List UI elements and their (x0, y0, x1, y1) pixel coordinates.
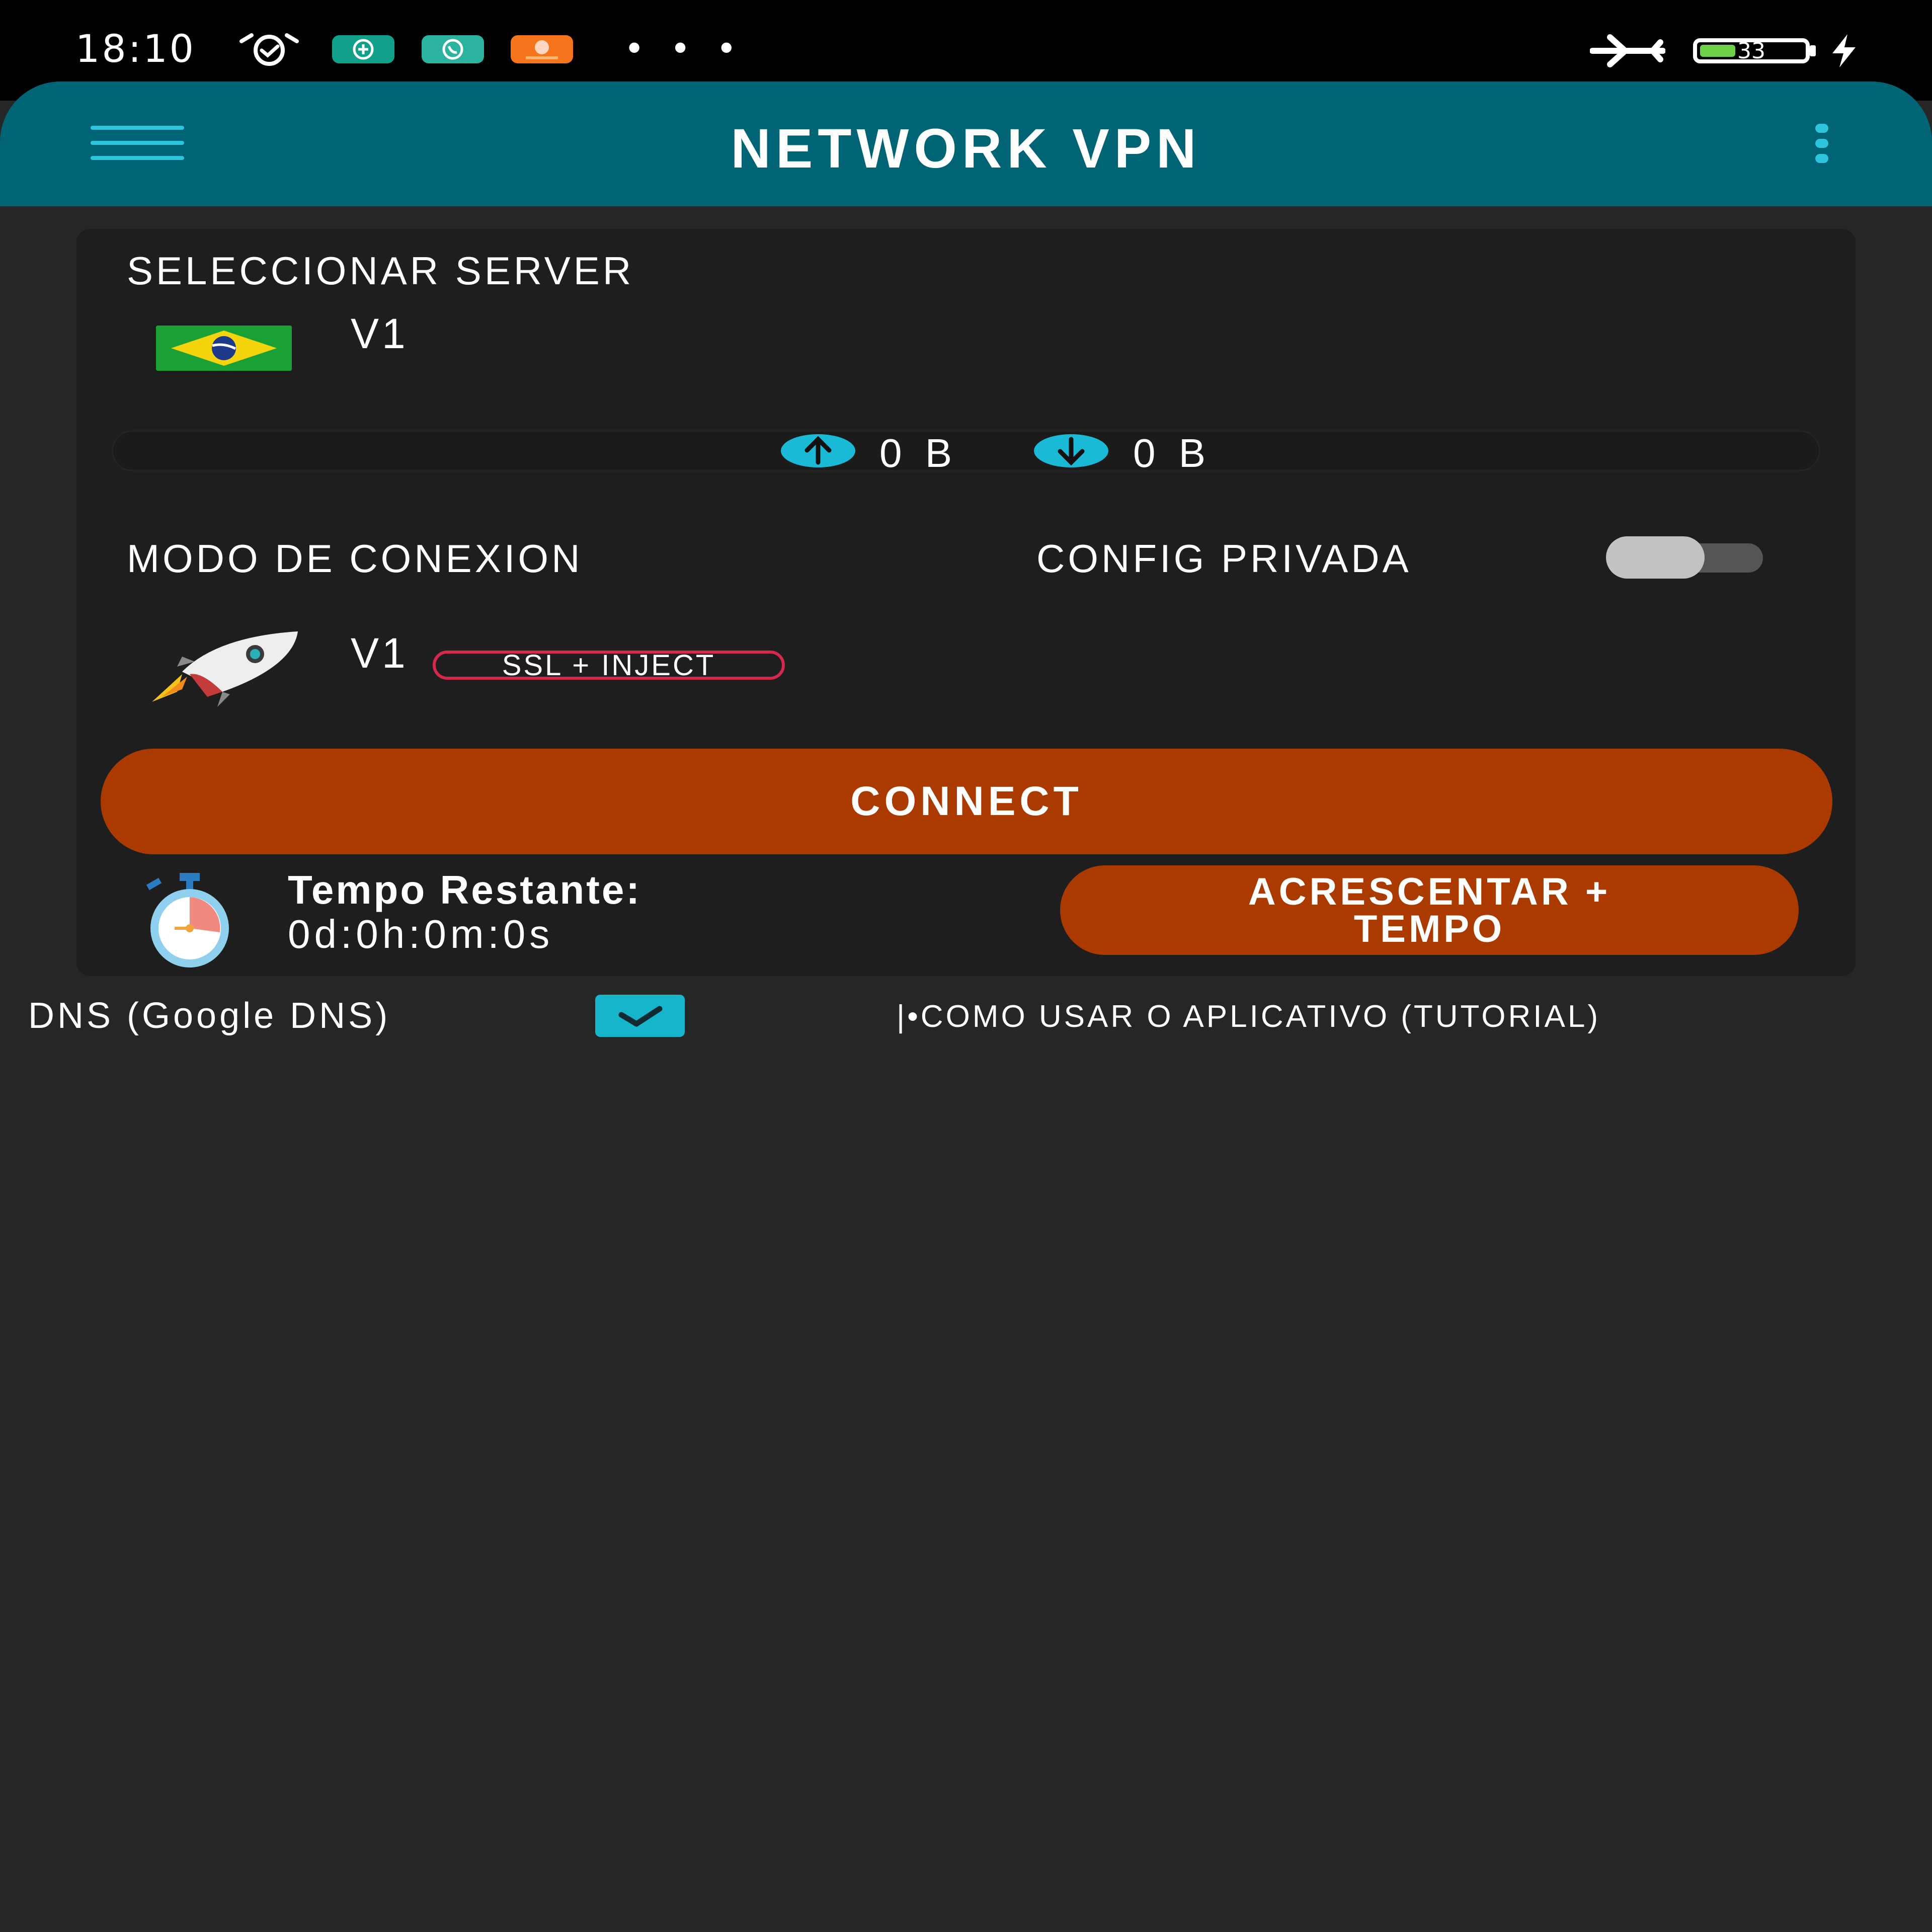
mode-name[interactable]: V1 (351, 629, 409, 678)
download-value: 0 B (1133, 431, 1212, 475)
battery-icon: 33 (1693, 38, 1810, 64)
airplane-mode-icon (1590, 34, 1665, 67)
private-config-label: CONFIG PRIVADA (1036, 536, 1412, 581)
add-time-line2: TEMPO (1353, 908, 1505, 950)
add-time-line1: ACRESCENTAR + (1248, 870, 1611, 913)
overflow-menu-icon[interactable] (1811, 124, 1833, 164)
time-remaining-value: 0d:0h:0m:0s (288, 912, 554, 956)
dns-checkbox[interactable] (595, 995, 685, 1037)
app-orange-icon (511, 35, 573, 63)
more-notifications-icon: • • • (624, 28, 744, 69)
connection-mode-label: MODO DE CONEXION (127, 536, 583, 581)
tutorial-link[interactable]: |•COMO USAR O APLICATIVO (TUTORIAL) (897, 999, 1600, 1034)
dns-label: DNS (Google DNS) (28, 996, 391, 1036)
app-title: NETWORK VPN (731, 118, 1201, 180)
brazil-flag-icon[interactable] (156, 326, 292, 371)
upload-value: 0 B (879, 431, 958, 475)
private-config-toggle[interactable] (1606, 533, 1763, 579)
checkmark-icon (618, 1006, 663, 1027)
server-name[interactable]: V1 (351, 309, 409, 358)
connect-button[interactable]: CONNECT (101, 749, 1832, 854)
add-time-button[interactable]: ACRESCENTAR + TEMPO (1060, 865, 1799, 955)
charging-icon (1832, 34, 1856, 67)
whatsapp-icon (422, 35, 484, 63)
download-arrow-icon (1034, 434, 1108, 467)
mode-type-badge: SSL + INJECT (433, 651, 785, 680)
time-remaining-label: Tempo Restante: (288, 867, 642, 912)
traffic-stats-bar: 0 B 0 B (112, 430, 1820, 475)
battery-tip (1810, 45, 1816, 56)
rocket-icon[interactable] (147, 626, 308, 712)
app-plus-icon (332, 35, 394, 63)
status-time: 18:10 (75, 26, 196, 71)
stopwatch-icon (146, 873, 229, 968)
server-section-label: SELECCIONAR SERVER (127, 249, 634, 293)
main-card: SELECCIONAR SERVER V1 0 B 0 B MODO DE CO… (76, 229, 1856, 976)
alarm-icon (239, 33, 299, 66)
battery-level-text: 33 (1737, 38, 1765, 64)
upload-arrow-icon (781, 434, 855, 467)
app-bar: NETWORK VPN (0, 82, 1932, 206)
